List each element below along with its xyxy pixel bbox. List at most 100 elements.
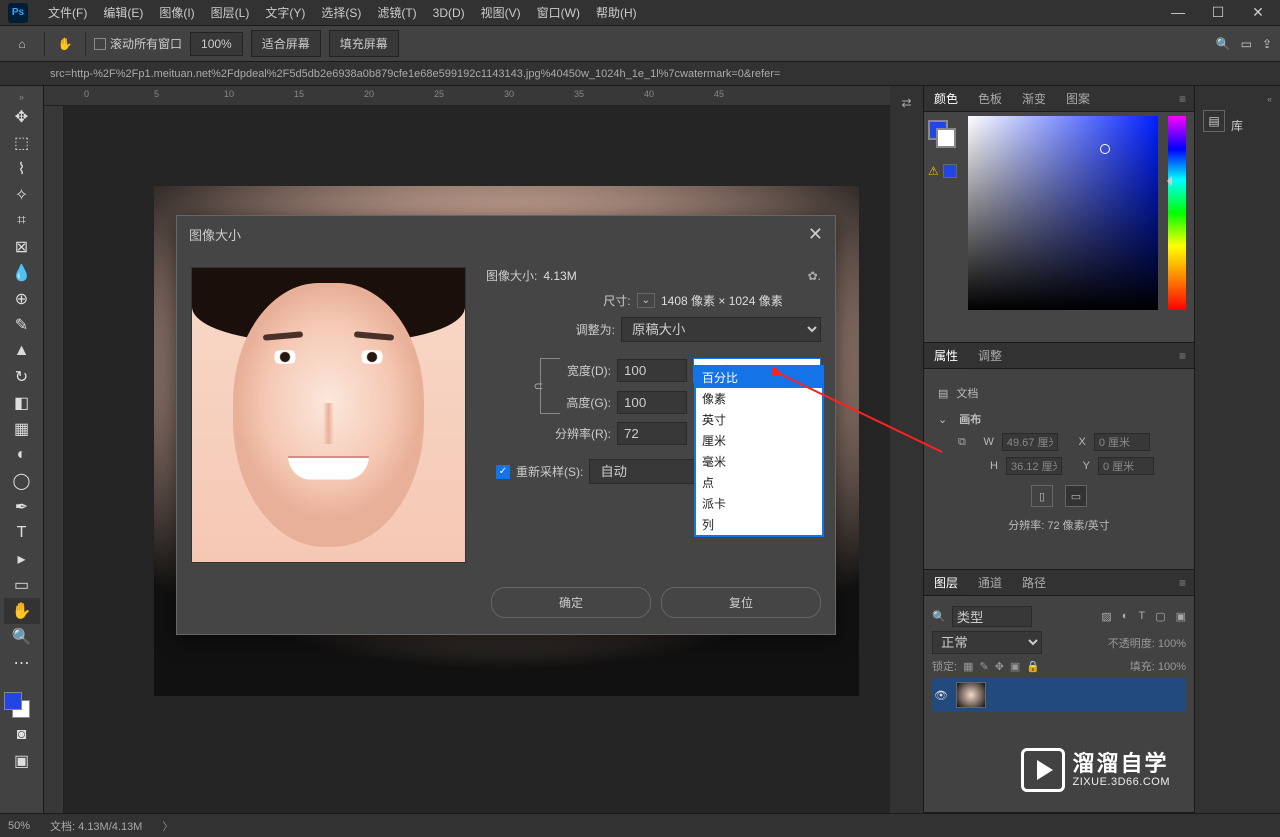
unit-option-pixel[interactable]: 像素	[696, 388, 822, 409]
dimension-toggle[interactable]: ⌄	[637, 293, 655, 308]
eraser-tool[interactable]: ◧	[4, 390, 40, 416]
tab-paths[interactable]: 路径	[1012, 569, 1056, 596]
healing-tool[interactable]: ⊕	[4, 286, 40, 312]
lock-position-icon[interactable]: ✥	[995, 660, 1004, 673]
tab-layers[interactable]: 图层	[924, 569, 968, 596]
workspace-icon[interactable]: ▭	[1241, 37, 1252, 51]
panel-menu-icon[interactable]: ≡	[1171, 349, 1194, 363]
menu-view[interactable]: 视图(V)	[473, 0, 529, 25]
ok-button[interactable]: 确定	[491, 587, 651, 618]
unit-option-cm[interactable]: 厘米	[696, 430, 822, 451]
history-brush-tool[interactable]: ↻	[4, 364, 40, 390]
lasso-tool[interactable]: ⌇	[4, 156, 40, 182]
stamp-tool[interactable]: ▲	[4, 338, 40, 364]
unit-option-percent[interactable]: 百分比	[696, 367, 822, 388]
document-tab[interactable]: src=http-%2F%2Fp1.meituan.net%2Fdpdeal%2…	[0, 62, 1280, 86]
close-icon[interactable]: ✕	[808, 224, 823, 245]
constrain-link-icon[interactable]: ⊂	[540, 358, 560, 414]
wand-tool[interactable]: ✧	[4, 182, 40, 208]
frame-tool[interactable]: ⊠	[4, 234, 40, 260]
close-button[interactable]: ✕	[1244, 4, 1272, 21]
menu-image[interactable]: 图像(I)	[151, 0, 202, 25]
brush-tool[interactable]: ✎	[4, 312, 40, 338]
height-field[interactable]	[617, 391, 687, 414]
layer-filter-select[interactable]	[952, 606, 1032, 627]
search-icon[interactable]: 🔍	[1216, 37, 1231, 51]
layer-item[interactable]: 👁	[932, 678, 1186, 712]
filter-shape-icon[interactable]: ▢	[1155, 610, 1165, 623]
width-input[interactable]	[1002, 433, 1058, 451]
tab-color[interactable]: 颜色	[924, 85, 968, 112]
menu-filter[interactable]: 滤镜(T)	[369, 0, 424, 25]
menu-window[interactable]: 窗口(W)	[529, 0, 588, 25]
unit-option-point[interactable]: 点	[696, 472, 822, 493]
library-icon[interactable]: ▤	[1203, 110, 1225, 132]
move-tool[interactable]: ✥	[4, 104, 40, 130]
color-field[interactable]	[968, 116, 1158, 310]
unit-option-inch[interactable]: 英寸	[696, 409, 822, 430]
filter-adjust-icon[interactable]: ◐	[1122, 610, 1129, 623]
zoom-level[interactable]: 50%	[8, 820, 30, 832]
portrait-button[interactable]: ▯	[1031, 485, 1053, 507]
hue-slider[interactable]	[1168, 116, 1186, 310]
filter-image-icon[interactable]: ▨	[1101, 610, 1111, 623]
home-icon[interactable]: ⌂	[8, 30, 36, 58]
type-tool[interactable]: T	[4, 520, 40, 546]
panel-menu-icon[interactable]: ≡	[1171, 576, 1194, 590]
resample-checkbox[interactable]: ✓	[496, 465, 510, 479]
filter-smart-icon[interactable]: ▣	[1176, 610, 1186, 623]
lock-artboard-icon[interactable]: ▣	[1010, 660, 1020, 673]
fit-screen-button[interactable]: 适合屏幕	[251, 30, 321, 57]
share-icon[interactable]: ⇪	[1262, 37, 1272, 51]
menu-type[interactable]: 文字(Y)	[257, 0, 313, 25]
width-field[interactable]	[617, 359, 687, 382]
mask-mode[interactable]: ◙	[4, 722, 40, 748]
minimize-button[interactable]: —	[1164, 4, 1192, 21]
y-input[interactable]	[1098, 457, 1154, 475]
blur-tool[interactable]: ◐	[4, 442, 40, 468]
landscape-button[interactable]: ▭	[1065, 485, 1087, 507]
menu-layer[interactable]: 图层(L)	[203, 0, 258, 25]
height-input[interactable]	[1006, 457, 1062, 475]
gear-icon[interactable]: ✿.	[808, 269, 821, 283]
tab-channels[interactable]: 通道	[968, 569, 1012, 596]
lock-all-icon[interactable]: 🔒	[1026, 660, 1040, 673]
lock-brush-icon[interactable]: ✎	[979, 660, 988, 673]
color-swatches[interactable]	[0, 688, 43, 722]
menu-select[interactable]: 选择(S)	[313, 0, 369, 25]
marquee-tool[interactable]: ⬚	[4, 130, 40, 156]
unit-option-pica[interactable]: 派卡	[696, 493, 822, 514]
edit-toolbar[interactable]: ⋯	[4, 650, 40, 676]
gradient-tool[interactable]: ▦	[4, 416, 40, 442]
fit-to-select[interactable]: 原稿大小	[621, 317, 821, 342]
foreground-color[interactable]	[4, 692, 22, 710]
dodge-tool[interactable]: ◯	[4, 468, 40, 494]
blend-mode-select[interactable]: 正常	[932, 631, 1042, 654]
panel-menu-icon[interactable]: ≡	[1171, 92, 1194, 106]
zoom-100-button[interactable]: 100%	[190, 32, 243, 56]
menu-help[interactable]: 帮助(H)	[588, 0, 645, 25]
unit-option-mm[interactable]: 毫米	[696, 451, 822, 472]
menu-edit[interactable]: 编辑(E)	[95, 0, 151, 25]
tab-gradients[interactable]: 渐变	[1012, 85, 1056, 112]
adjustments-icon[interactable]: ⇄	[901, 96, 911, 110]
screen-mode[interactable]: ▣	[4, 748, 40, 774]
filter-type-icon[interactable]: T	[1138, 610, 1145, 623]
eyedropper-tool[interactable]: 💧	[4, 260, 40, 286]
scroll-all-checkbox[interactable]: 滚动所有窗口	[94, 35, 182, 52]
visibility-icon[interactable]: 👁	[934, 689, 948, 702]
resolution-field[interactable]	[617, 422, 687, 445]
rectangle-tool[interactable]: ▭	[4, 572, 40, 598]
zoom-tool[interactable]: 🔍	[4, 624, 40, 650]
fill-screen-button[interactable]: 填充屏幕	[329, 30, 399, 57]
color-preview[interactable]	[928, 120, 956, 148]
tab-properties[interactable]: 属性	[924, 342, 968, 369]
hand-tool[interactable]: ✋	[4, 598, 40, 624]
crop-tool[interactable]: ⌗	[4, 208, 40, 234]
tab-swatches[interactable]: 色板	[968, 85, 1012, 112]
unit-option-column[interactable]: 列	[696, 514, 822, 535]
link-icon[interactable]: ⧉	[958, 436, 966, 449]
reset-button[interactable]: 复位	[661, 587, 821, 618]
x-input[interactable]	[1094, 433, 1150, 451]
menu-file[interactable]: 文件(F)	[40, 0, 95, 25]
